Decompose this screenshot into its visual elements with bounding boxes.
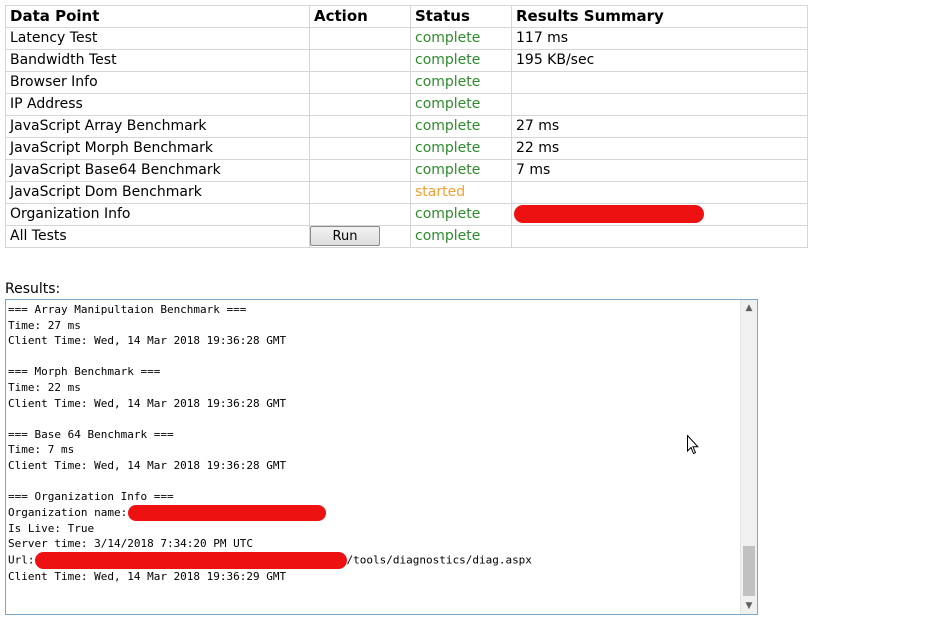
chevron-up-icon[interactable]: ▲ [741,300,757,316]
table-row: Bandwidth Test complete 195 KB/sec [5,49,808,72]
results-line: === Morph Benchmark === [8,365,161,379]
results-line: === Organization Info === [8,490,174,504]
results-line: Url: [8,553,35,567]
redaction-mark [127,504,326,521]
results-line: Client Time: Wed, 14 Mar 2018 19:36:29 G… [8,569,287,583]
table-row: Browser Info complete [5,71,808,94]
table-row: JavaScript Morph Benchmark complete 22 m… [5,137,808,160]
row-data-point: JavaScript Morph Benchmark [5,137,310,160]
row-summary [511,93,808,116]
results-scrollbar[interactable]: ▲ ▼ [740,300,757,614]
row-status: complete [410,93,512,116]
row-status: complete [410,137,512,160]
run-all-tests-button[interactable]: Run [310,226,380,246]
table-header-row: Data Point Action Status Results Summary [5,5,808,28]
results-line: Is Live: True [8,521,95,535]
row-status: started [410,181,512,204]
row-action [309,181,411,204]
header-results-summary: Results Summary [511,5,808,28]
results-url-suffix: /tools/diagnostics/diag.aspx [346,553,532,567]
row-status: complete [410,203,512,226]
row-action [309,159,411,182]
header-status: Status [410,5,512,28]
results-line: === Base 64 Benchmark === [8,427,174,441]
scrollbar-thumb[interactable] [743,546,755,596]
mouse-pointer-icon [687,434,699,459]
row-action [309,137,411,160]
row-summary [511,181,808,204]
row-data-point: Organization Info [5,203,310,226]
row-summary [511,225,808,248]
table-row: Latency Test complete 117 ms [5,27,808,50]
results-textarea[interactable]: === Array Manipultaion Benchmark === Tim… [5,299,758,615]
header-action: Action [309,5,411,28]
row-action: Run [309,225,411,248]
row-data-point: Latency Test [5,27,310,50]
row-summary [511,71,808,94]
results-line: Server time: 3/14/2018 7:34:20 PM UTC [8,537,254,551]
row-data-point: JavaScript Dom Benchmark [5,181,310,204]
row-summary: 7 ms [511,159,808,182]
header-data-point: Data Point [5,5,310,28]
results-label: Results: [5,281,61,297]
redaction-mark [34,551,347,569]
row-action [309,27,411,50]
results-text: === Array Manipultaion Benchmark === Tim… [8,302,739,585]
table-row: JavaScript Array Benchmark complete 27 m… [5,115,808,138]
results-line: Time: 7 ms [8,443,75,457]
row-status: complete [410,159,512,182]
row-data-point: JavaScript Base64 Benchmark [5,159,310,182]
chevron-down-icon[interactable]: ▼ [741,598,757,614]
table-row: JavaScript Base64 Benchmark complete 7 m… [5,159,808,182]
row-status: complete [410,27,512,50]
results-line: Client Time: Wed, 14 Mar 2018 19:36:28 G… [8,458,287,472]
results-line: Time: 27 ms [8,318,81,332]
row-summary: 117 ms [511,27,808,50]
row-status: complete [410,49,512,72]
redaction-mark [514,205,704,223]
row-data-point: JavaScript Array Benchmark [5,115,310,138]
table-row: IP Address complete [5,93,808,116]
row-data-point: Bandwidth Test [5,49,310,72]
results-line: Client Time: Wed, 14 Mar 2018 19:36:28 G… [8,396,287,410]
row-action [309,115,411,138]
results-line: === Array Manipultaion Benchmark === [8,303,247,316]
row-summary [511,203,808,226]
row-data-point: IP Address [5,93,310,116]
row-summary: 27 ms [511,115,808,138]
row-summary: 195 KB/sec [511,49,808,72]
results-line: Client Time: Wed, 14 Mar 2018 19:36:28 G… [8,334,287,348]
row-action [309,71,411,94]
row-action [309,203,411,226]
row-status: complete [410,225,512,248]
row-action [309,49,411,72]
table-row: JavaScript Dom Benchmark started [5,181,808,204]
row-data-point: All Tests [5,225,310,248]
diagnostics-table: Data Point Action Status Results Summary… [5,5,808,248]
results-line: Organization name: [8,505,134,519]
row-summary: 22 ms [511,137,808,160]
row-status: complete [410,115,512,138]
table-row: All Tests Run complete [5,225,808,248]
results-line: Time: 22 ms [8,380,81,394]
row-status: complete [410,71,512,94]
row-data-point: Browser Info [5,71,310,94]
table-row: Organization Info complete [5,203,808,226]
row-action [309,93,411,116]
